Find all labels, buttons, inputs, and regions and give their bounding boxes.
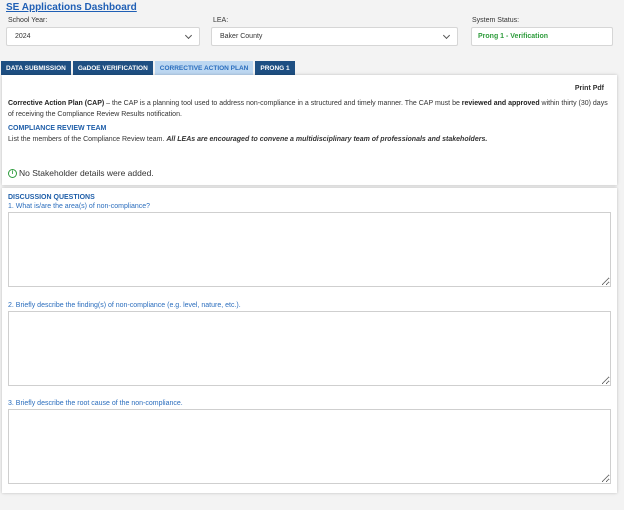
compliance-team-text: List the members of the Compliance Revie…	[8, 136, 487, 143]
cap-description: Corrective Action Plan (CAP) – the CAP i…	[8, 98, 613, 120]
tab-gadoe-verification[interactable]: GaDOE VERIFICATION	[72, 61, 153, 75]
question-1-label: 1. What is/are the area(s) of non-compli…	[8, 203, 151, 210]
cap-term: Corrective Action Plan (CAP)	[8, 100, 105, 107]
school-year-label: School Year:	[8, 17, 48, 24]
info-icon: i	[8, 168, 17, 178]
print-pdf-button[interactable]: Print Pdf	[575, 85, 604, 92]
chevron-down-icon	[184, 31, 193, 39]
no-stakeholders-text: No Stakeholder details were added.	[19, 168, 154, 178]
cap-text-1: – the CAP is a planning tool used to add…	[104, 100, 462, 107]
cap-emphasis: reviewed and approved	[461, 100, 540, 107]
lea-label: LEA:	[213, 17, 229, 24]
cap-info-panel: Print Pdf Corrective Action Plan (CAP) –…	[2, 75, 617, 185]
tab-corrective-action-plan[interactable]: CORRECTIVE ACTION PLAN	[154, 61, 254, 75]
system-status-value: Prong 1 - Verification	[471, 27, 613, 46]
chevron-down-icon	[442, 31, 451, 39]
question-2-label: 2. Briefly describe the finding(s) of no…	[8, 302, 241, 309]
no-stakeholders-message: i No Stakeholder details were added.	[8, 168, 154, 178]
lea-select[interactable]: Baker County	[211, 27, 458, 46]
lea-value: Baker County	[220, 33, 263, 40]
question-3-label: 3. Briefly describe the root cause of th…	[8, 400, 183, 407]
tab-prong-1[interactable]: PRONG 1	[255, 61, 295, 75]
school-year-select[interactable]: 2024	[6, 27, 200, 46]
school-year-value: 2024	[15, 33, 31, 40]
compliance-team-heading: COMPLIANCE REVIEW TEAM	[8, 125, 107, 132]
discussion-panel: DISCUSSION QUESTIONS 1. What is/are the …	[2, 188, 617, 493]
question-3-textarea[interactable]	[8, 409, 611, 484]
question-1-textarea[interactable]	[8, 212, 611, 287]
discussion-heading: DISCUSSION QUESTIONS	[8, 194, 95, 201]
dashboard-page: SE Applications Dashboard School Year: 2…	[0, 0, 624, 510]
compliance-team-instruction: List the members of the Compliance Revie…	[8, 136, 167, 143]
compliance-team-emphasis: All LEAs are encouraged to convene a mul…	[166, 136, 488, 143]
system-status-label: System Status:	[472, 17, 520, 24]
tab-data-submission[interactable]: DATA SUBMISSION	[1, 61, 71, 75]
tab-bar: DATA SUBMISSION GaDOE VERIFICATION CORRE…	[1, 61, 295, 75]
dashboard-title-link[interactable]: SE Applications Dashboard	[6, 2, 137, 13]
question-2-textarea[interactable]	[8, 311, 611, 386]
